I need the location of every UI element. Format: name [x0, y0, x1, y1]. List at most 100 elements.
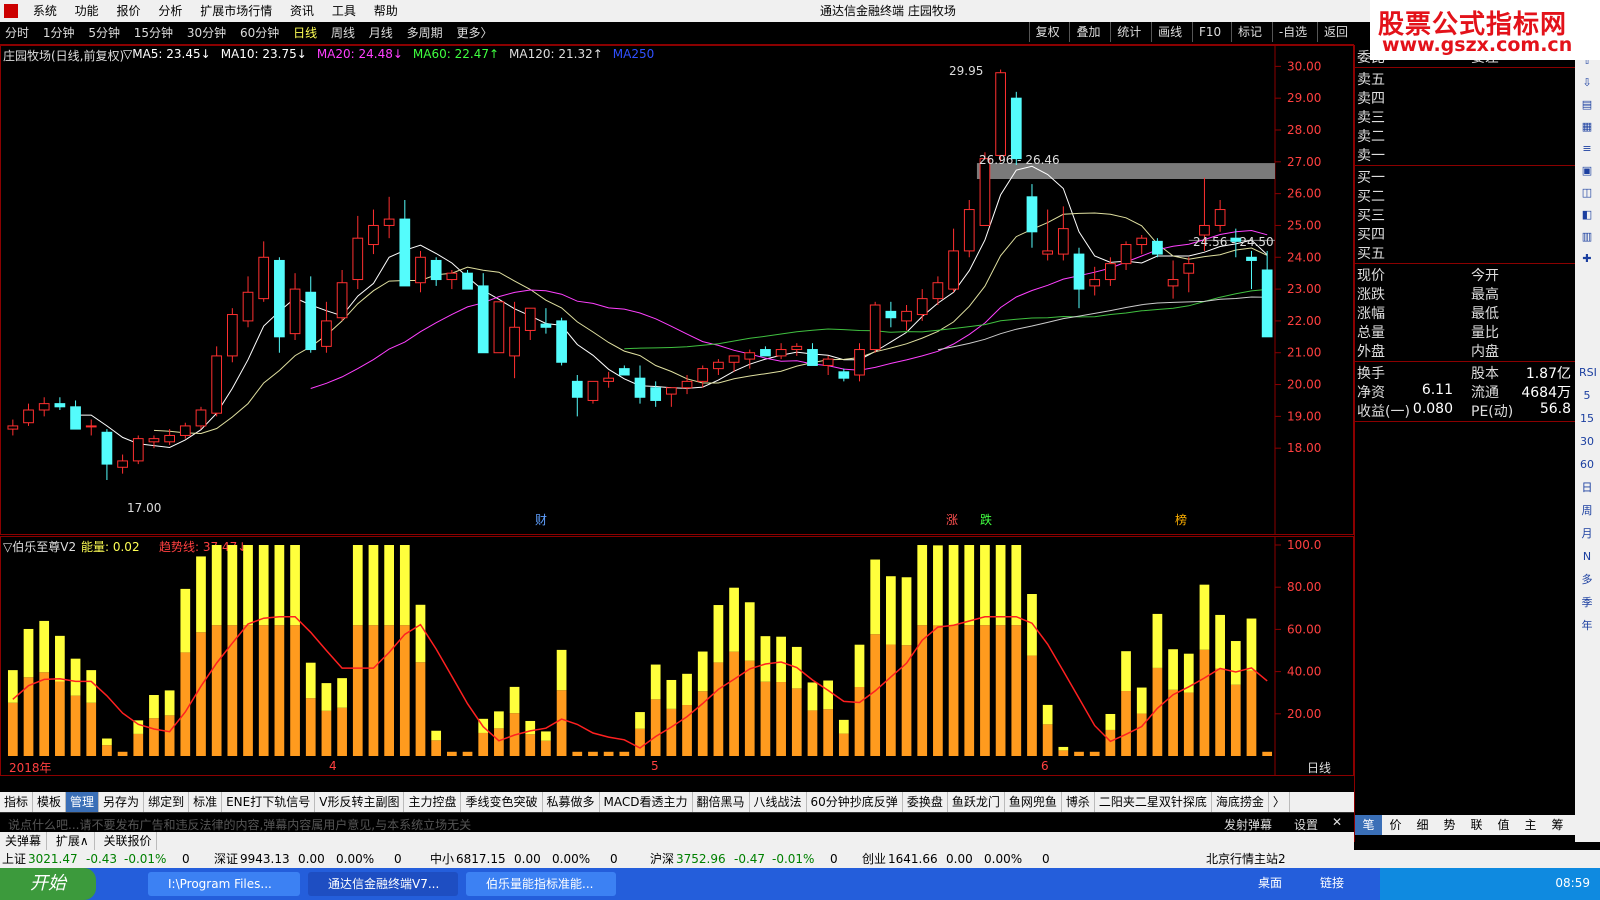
period-tab[interactable]: 月线	[364, 22, 398, 44]
indicator-tab[interactable]: 海底捞金	[1212, 792, 1269, 812]
menu-tools[interactable]: 工具	[325, 0, 363, 22]
indicator-tab[interactable]: 鱼跃龙门	[948, 792, 1005, 812]
event-marker-list[interactable]: 榜	[1175, 511, 1187, 528]
period-shortcut[interactable]: 60	[1579, 457, 1595, 473]
indicator-tab[interactable]: 鱼网兜鱼	[1005, 792, 1062, 812]
stats-button[interactable]: 统计	[1110, 22, 1147, 42]
server-status[interactable]: 北京行情主站2	[1206, 850, 1286, 868]
bid-level[interactable]: 买二	[1357, 186, 1385, 206]
ask-level[interactable]: 卖五	[1357, 69, 1385, 89]
indicator-tab[interactable]: 60分钟抄底反弹	[807, 792, 903, 812]
draw-button[interactable]: 画线	[1151, 22, 1188, 42]
menu-system[interactable]: 系统	[26, 0, 64, 22]
indicator-tab[interactable]: 〉	[1269, 792, 1290, 812]
mark-button[interactable]: 标记	[1230, 22, 1268, 42]
back-button[interactable]: 返回	[1316, 22, 1354, 42]
restore-rights-button[interactable]: 复权	[1028, 22, 1066, 42]
indicator-tab[interactable]: 另存为	[99, 792, 145, 812]
menu-ext-market[interactable]: 扩展市场行情	[193, 0, 279, 22]
period-tab[interactable]: 15分钟	[129, 22, 178, 44]
period-shortcut[interactable]: RSI	[1579, 365, 1597, 381]
period-tab-more[interactable]: 更多〉	[451, 22, 497, 44]
menu-analysis[interactable]: 分析	[151, 0, 189, 22]
links-toolbar[interactable]: 链接	[1320, 874, 1344, 891]
watchlist-button[interactable]: -自选	[1271, 22, 1313, 42]
bid-level[interactable]: 买四	[1357, 224, 1385, 244]
menu-info[interactable]: 资讯	[283, 0, 321, 22]
quote-tab[interactable]: 笔	[1355, 815, 1382, 835]
bid-level[interactable]: 买五	[1357, 243, 1385, 263]
tool-icon[interactable]: ◫	[1579, 185, 1595, 201]
danmu-input[interactable]: 说点什么吧...请不要发布广告和违反法律的内容,弹幕内容属用户意见,与本系统立场…	[8, 816, 471, 833]
indicator-tab[interactable]: ENE打下轨信号	[222, 792, 316, 812]
tool-icon[interactable]: ◧	[1579, 207, 1595, 223]
indicator-tab[interactable]: 主力控盘	[404, 792, 462, 812]
tool-icon[interactable]: ▦	[1579, 119, 1595, 135]
start-button[interactable]: 开始	[0, 868, 96, 900]
taskbar-item-indicator[interactable]: 伯乐量能指标准能...	[466, 872, 616, 896]
indicator-panel[interactable]: ▽伯乐至尊V2 能量: 0.02 趋势线: 37.47↓ 100.0 80.00 6…	[0, 536, 1354, 776]
indicator-tab[interactable]: MACD看透主力	[600, 792, 693, 812]
event-marker-up[interactable]: 涨	[946, 511, 958, 528]
period-shortcut[interactable]: 月	[1579, 526, 1595, 542]
quote-tab[interactable]: 势	[1436, 815, 1463, 835]
taskbar-item-tdx[interactable]: 通达信金融终端V7...	[308, 872, 458, 896]
period-tab[interactable]: 5分钟	[83, 22, 125, 44]
indicator-tab[interactable]: 模板	[33, 792, 67, 812]
indicator-tab[interactable]: 指标	[0, 792, 34, 812]
period-tab-daily[interactable]: 日线	[288, 22, 322, 44]
period-tab[interactable]: 分时	[0, 22, 34, 44]
ask-level[interactable]: 卖二	[1357, 126, 1385, 146]
event-marker-down[interactable]: 跌	[980, 511, 992, 528]
menu-quote[interactable]: 报价	[110, 0, 148, 22]
menu-help[interactable]: 帮助	[367, 0, 405, 22]
quote-tab[interactable]: 价	[1382, 815, 1409, 835]
period-shortcut[interactable]: N	[1579, 549, 1595, 565]
period-shortcut[interactable]: 5	[1579, 388, 1595, 404]
f10-button[interactable]: F10	[1191, 22, 1227, 42]
period-shortcut[interactable]: 日	[1579, 480, 1595, 496]
period-shortcut[interactable]: 15	[1579, 411, 1595, 427]
indicator-tab[interactable]: 博杀	[1062, 792, 1095, 812]
period-tab[interactable]: 30分钟	[182, 22, 231, 44]
quote-tab[interactable]: 筹	[1544, 815, 1571, 835]
ask-level[interactable]: 卖一	[1357, 145, 1385, 165]
period-tab[interactable]: 多周期	[402, 22, 448, 44]
period-shortcut[interactable]: 30	[1579, 434, 1595, 450]
toggle-danmu-button[interactable]: 关弹幕	[0, 832, 48, 850]
indicator-tab[interactable]: 二阳夹二星双针探底	[1095, 792, 1212, 812]
period-shortcut[interactable]: 周	[1579, 503, 1595, 519]
menu-function[interactable]: 功能	[68, 0, 106, 22]
indicator-tab[interactable]: 私募做多	[543, 792, 600, 812]
send-danmu-button[interactable]: 发射弹幕	[1224, 816, 1272, 833]
desktop-toolbar[interactable]: 桌面	[1258, 874, 1282, 891]
tool-icon[interactable]: ⇩	[1579, 75, 1595, 91]
period-tab[interactable]: 周线	[326, 22, 360, 44]
quote-tab[interactable]: 主	[1517, 815, 1544, 835]
event-marker-finance[interactable]: 财	[535, 511, 547, 528]
bid-level[interactable]: 买一	[1357, 167, 1385, 187]
linked-quote-button[interactable]: 关联报价	[98, 832, 158, 850]
tool-icon[interactable]: ▣	[1579, 163, 1595, 179]
period-shortcut[interactable]: 多	[1579, 572, 1595, 588]
indicator-tab[interactable]: 标准	[189, 792, 223, 812]
tool-icon[interactable]: ✚	[1579, 251, 1595, 267]
ask-level[interactable]: 卖三	[1357, 107, 1385, 127]
tool-icon[interactable]: ▤	[1579, 97, 1595, 113]
indicator-tab[interactable]: 管理	[66, 792, 100, 812]
overlay-button[interactable]: 叠加	[1069, 22, 1106, 42]
tool-icon[interactable]: ≡	[1579, 141, 1595, 157]
tool-icon[interactable]: ▥	[1579, 229, 1595, 245]
period-shortcut[interactable]: 季	[1579, 595, 1595, 611]
indicator-tab[interactable]: 八线战法	[750, 792, 807, 812]
taskbar-item-explorer[interactable]: I:\Program Files...	[148, 872, 300, 896]
indicator-tab[interactable]: 委换盘	[903, 792, 948, 812]
indicator-tab[interactable]: 季线变色突破	[461, 792, 543, 812]
ask-level[interactable]: 卖四	[1357, 88, 1385, 108]
bid-level[interactable]: 买三	[1357, 205, 1385, 225]
main-chart-panel[interactable]: 庄园牧场(日线,前复权) ▽MA5: 23.45↓ MA10: 23.75↓ MA2…	[0, 45, 1354, 535]
danmu-settings-button[interactable]: 设置	[1294, 816, 1318, 833]
period-tab[interactable]: 60分钟	[235, 22, 284, 44]
indicator-tab[interactable]: V形反转主副图	[315, 792, 405, 812]
quote-tab[interactable]: 值	[1490, 815, 1517, 835]
